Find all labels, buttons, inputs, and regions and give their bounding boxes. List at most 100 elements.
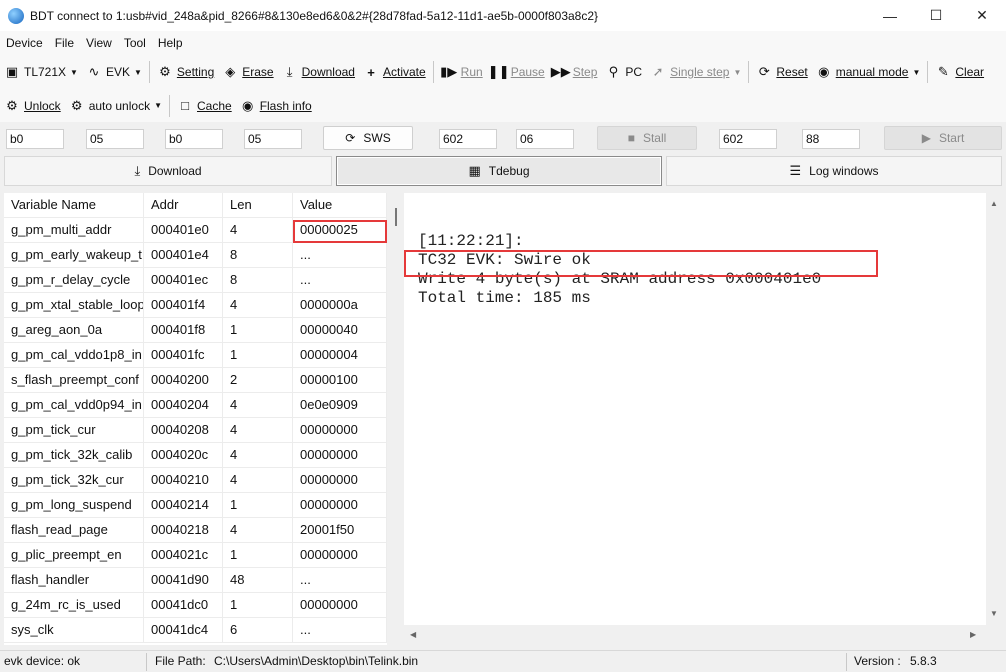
- table-row[interactable]: s_flash_preempt_conf 00040200 2 00000100: [4, 368, 387, 393]
- param-field-3[interactable]: b0: [165, 129, 223, 149]
- lock-icon: ⚙: [6, 97, 18, 113]
- menu-view[interactable]: View: [80, 36, 118, 50]
- mode-select[interactable]: ◉ manual mode ▼: [812, 59, 925, 85]
- minimize-icon[interactable]: —: [867, 0, 913, 31]
- tab-download-label: Download: [148, 164, 202, 178]
- clear-button[interactable]: ✎ Clear: [931, 59, 988, 85]
- activate-label: Activate: [382, 65, 426, 79]
- scroll-up-icon[interactable]: ▲: [990, 199, 998, 208]
- splitter-handle[interactable]: [395, 208, 397, 226]
- cell-value[interactable]: 00000000: [293, 593, 387, 618]
- reset-button[interactable]: ⟳ Reset: [752, 59, 811, 85]
- table-header: Variable Name Addr Len Value: [4, 193, 387, 218]
- table-row[interactable]: g_pm_long_suspend 00040214 1 00000000: [4, 493, 387, 518]
- cell-variable-name: g_pm_cal_vdd0p94_in: [4, 393, 144, 418]
- table-row[interactable]: g_pm_tick_cur 00040208 4 00000000: [4, 418, 387, 443]
- table-row[interactable]: g_pm_tick_32k_cur 00040210 4 00000000: [4, 468, 387, 493]
- panel-splitter[interactable]: [387, 193, 404, 645]
- cell-value[interactable]: 0e0e0909: [293, 393, 387, 418]
- single-step-select[interactable]: ➚ Single step ▼: [646, 59, 745, 85]
- erase-button[interactable]: ◈ Erase: [218, 59, 277, 85]
- setting-button[interactable]: ⚙ Setting: [153, 59, 218, 85]
- maximize-icon[interactable]: ☐: [913, 0, 959, 31]
- scroll-down-icon[interactable]: ▼: [990, 609, 998, 618]
- start-button[interactable]: ▶ Start: [884, 126, 1002, 150]
- param-field-8[interactable]: 88: [802, 129, 860, 149]
- table-row[interactable]: g_pm_cal_vdd0p94_in 00040204 4 0e0e0909: [4, 393, 387, 418]
- table-row[interactable]: g_pm_r_delay_cycle 000401ec 8...: [4, 268, 387, 293]
- cell-value[interactable]: ...: [293, 618, 387, 643]
- menu-device[interactable]: Device: [0, 36, 49, 50]
- param-field-4[interactable]: 05: [244, 129, 302, 149]
- column-header-len[interactable]: Len: [223, 193, 293, 218]
- scroll-left-icon[interactable]: ◀: [410, 630, 416, 639]
- cell-len: 1: [223, 593, 293, 618]
- table-row[interactable]: sys_clk 00041dc4 6...: [4, 618, 387, 643]
- clear-label: Clear: [955, 65, 985, 79]
- cell-value[interactable]: ...: [293, 568, 387, 593]
- table-row[interactable]: g_plic_preempt_en 0004021c 1 00000000: [4, 543, 387, 568]
- cell-value[interactable]: ...: [293, 243, 387, 268]
- param-field-1[interactable]: b0: [6, 129, 64, 149]
- cell-variable-name: g_pm_tick_32k_calib: [4, 443, 144, 468]
- cell-value[interactable]: 0000000a: [293, 293, 387, 318]
- scroll-right-icon[interactable]: ▶: [970, 630, 976, 639]
- cache-label: Cache: [197, 98, 232, 113]
- chevron-down-icon: ▼: [133, 67, 142, 77]
- cell-value[interactable]: 00000000: [293, 543, 387, 568]
- column-header-variable-name[interactable]: Variable Name: [4, 193, 144, 218]
- cell-value[interactable]: 20001f50: [293, 518, 387, 543]
- close-icon[interactable]: ✕: [959, 0, 1005, 31]
- cell-value[interactable]: 00000040: [293, 318, 387, 343]
- auto-unlock-select[interactable]: ⚙ auto unlock ▼: [65, 93, 166, 119]
- flash-info-button[interactable]: ◉ Flash info: [236, 93, 316, 119]
- board-select[interactable]: ∿ EVK ▼: [82, 59, 146, 85]
- cell-value[interactable]: ...: [293, 268, 387, 293]
- cell-len: 1: [223, 343, 293, 368]
- sws-button[interactable]: ⟳ SWS: [323, 126, 413, 150]
- menu-file[interactable]: File: [49, 36, 80, 50]
- step-button[interactable]: ▶▶ Step: [549, 59, 602, 85]
- column-header-value[interactable]: Value: [293, 193, 387, 218]
- cell-value[interactable]: 00000000: [293, 493, 387, 518]
- cell-value[interactable]: 00000000: [293, 418, 387, 443]
- param-field-2[interactable]: 05: [86, 129, 144, 149]
- tab-log-windows[interactable]: ☰ Log windows: [666, 156, 1002, 186]
- unlock-button[interactable]: ⚙ Unlock: [0, 93, 65, 119]
- param-field-7[interactable]: 602: [719, 129, 777, 149]
- run-button[interactable]: ▮▶ Run: [437, 59, 487, 85]
- table-row[interactable]: g_areg_aon_0a 000401f8 1 00000040: [4, 318, 387, 343]
- cell-value[interactable]: 00000100: [293, 368, 387, 393]
- horizontal-scrollbar[interactable]: ◀ ▶: [404, 625, 986, 645]
- tab-tdebug[interactable]: ▦ Tdebug: [336, 156, 662, 186]
- cell-value[interactable]: 00000000: [293, 443, 387, 468]
- menu-help[interactable]: Help: [152, 36, 189, 50]
- cell-value[interactable]: 00000004: [293, 343, 387, 368]
- chip-select[interactable]: ▣ TL721X ▼: [0, 59, 82, 85]
- pause-button[interactable]: ❚❚ Pause: [487, 59, 549, 85]
- tab-download[interactable]: ⤓ Download: [4, 156, 332, 186]
- param-field-5[interactable]: 602: [439, 129, 497, 149]
- cell-len: 4: [223, 393, 293, 418]
- table-row[interactable]: g_24m_rc_is_used 00041dc0 1 00000000: [4, 593, 387, 618]
- pc-button[interactable]: ⚲ PC: [601, 59, 646, 85]
- vertical-scrollbar[interactable]: ▲ ▼: [986, 193, 1002, 645]
- activate-button[interactable]: + Activate: [359, 59, 430, 85]
- table-row[interactable]: flash_read_page 00040218 4 20001f50: [4, 518, 387, 543]
- table-row[interactable]: g_pm_tick_32k_calib 0004020c 4 00000000: [4, 443, 387, 468]
- column-header-addr[interactable]: Addr: [144, 193, 223, 218]
- param-field-6[interactable]: 06: [516, 129, 574, 149]
- cell-len: 8: [223, 243, 293, 268]
- table-row[interactable]: g_pm_xtal_stable_loop 000401f4 4 0000000a: [4, 293, 387, 318]
- table-row[interactable]: g_pm_cal_vddo1p8_in 000401fc 1 00000004: [4, 343, 387, 368]
- cell-variable-name: g_pm_cal_vddo1p8_in: [4, 343, 144, 368]
- table-row[interactable]: flash_handler 00041d90 48...: [4, 568, 387, 593]
- globe-icon: [8, 7, 24, 24]
- table-row[interactable]: g_pm_early_wakeup_t 000401e4 8...: [4, 243, 387, 268]
- stall-button[interactable]: ■ Stall: [597, 126, 697, 150]
- cache-button[interactable]: □ Cache: [173, 93, 236, 119]
- menu-tool[interactable]: Tool: [118, 36, 152, 50]
- download-button[interactable]: ⤓ Download: [278, 59, 359, 85]
- cell-addr: 0004021c: [144, 543, 223, 568]
- cell-value[interactable]: 00000000: [293, 468, 387, 493]
